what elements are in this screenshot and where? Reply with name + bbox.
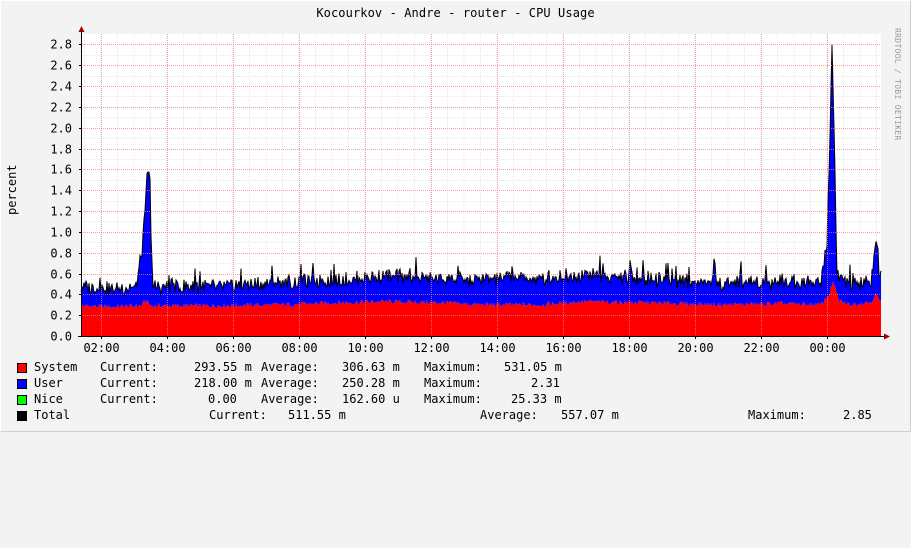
legend-average-label: Average: xyxy=(261,360,319,374)
x-tick-label: 20:00 xyxy=(677,341,713,355)
y-tick-label: 1.2 xyxy=(50,205,72,219)
y-tick-label: 2.4 xyxy=(50,80,72,94)
legend-swatch-user xyxy=(17,379,27,389)
y-tick-label: 0.6 xyxy=(50,268,72,282)
legend-average-label: Average: xyxy=(261,392,319,406)
legend-current-value: 293.55 m xyxy=(194,360,252,374)
legend-row-system: System Current: 293.55 m Average: 306.63… xyxy=(17,360,562,376)
x-tick-label: 18:00 xyxy=(611,341,647,355)
legend-maximum-value: 2.85 xyxy=(843,408,872,422)
legend-maximum-value: 531.05 m xyxy=(504,360,562,374)
x-tick-label: 00:00 xyxy=(809,341,845,355)
y-axis-arrow xyxy=(78,26,85,32)
legend-average-value: 162.60 u xyxy=(342,392,400,406)
y-tick-label: 1.4 xyxy=(50,184,72,198)
legend-name-system: System xyxy=(34,360,78,374)
y-tick-label: 1.6 xyxy=(50,163,72,177)
legend-average-label: Average: xyxy=(261,376,319,390)
legend-average-label: Average: xyxy=(480,408,538,422)
legend-maximum-value: 25.33 m xyxy=(511,392,562,406)
legend-current-value: 218.00 m xyxy=(194,376,252,390)
legend-row-nice: Nice Current: 0.00 Average: 162.60 u Max… xyxy=(17,392,562,408)
legend-maximum-label: Maximum: xyxy=(424,376,482,390)
legend-current-label: Current: xyxy=(100,392,158,406)
legend-row-total: Total Current: 511.55 m Average: 557.07 … xyxy=(17,408,872,424)
legend-current-value: 0.00 xyxy=(208,392,237,406)
x-axis-arrow xyxy=(884,333,890,340)
y-tick-label: 2.0 xyxy=(50,122,72,136)
y-tick-label: 2.6 xyxy=(50,59,72,73)
x-tick-label: 02:00 xyxy=(83,341,119,355)
legend-maximum-label: Maximum: xyxy=(748,408,806,422)
legend-current-value: 511.55 m xyxy=(288,408,346,422)
legend-average-value: 250.28 m xyxy=(342,376,400,390)
legend-name-total: Total xyxy=(34,408,71,422)
x-tick-label: 08:00 xyxy=(281,341,317,355)
legend-average-value: 557.07 m xyxy=(561,408,619,422)
y-tick-label: 0.4 xyxy=(50,288,72,302)
x-tick-label: 14:00 xyxy=(479,341,515,355)
x-tick-label: 16:00 xyxy=(545,341,581,355)
y-tick-label: 2.8 xyxy=(50,38,72,52)
legend-maximum-value: 2.31 xyxy=(531,376,560,390)
legend-row-user: User Current: 218.00 m Average: 250.28 m… xyxy=(17,376,560,392)
y-tick-label: 1.8 xyxy=(50,143,72,157)
x-tick-label: 04:00 xyxy=(149,341,185,355)
legend-maximum-label: Maximum: xyxy=(424,360,482,374)
y-tick-label: 0.8 xyxy=(50,247,72,261)
legend-current-label: Current: xyxy=(100,376,158,390)
y-tick-label: 2.2 xyxy=(50,101,72,115)
legend-average-value: 306.63 m xyxy=(342,360,400,374)
legend-swatch-nice xyxy=(17,395,27,405)
y-tick-label: 0.0 xyxy=(50,330,72,344)
y-tick-label: 1.0 xyxy=(50,226,72,240)
x-tick-label: 12:00 xyxy=(413,341,449,355)
legend-swatch-system xyxy=(17,363,27,373)
legend-name-nice: Nice xyxy=(34,392,63,406)
legend-name-user: User xyxy=(34,376,63,390)
legend-current-label: Current: xyxy=(100,360,158,374)
legend-current-label: Current: xyxy=(209,408,267,422)
x-tick-label: 10:00 xyxy=(347,341,383,355)
x-tick-label: 06:00 xyxy=(215,341,251,355)
x-tick-label: 22:00 xyxy=(743,341,779,355)
legend-maximum-label: Maximum: xyxy=(424,392,482,406)
y-tick-label: 0.2 xyxy=(50,309,72,323)
legend-swatch-total xyxy=(17,411,27,421)
